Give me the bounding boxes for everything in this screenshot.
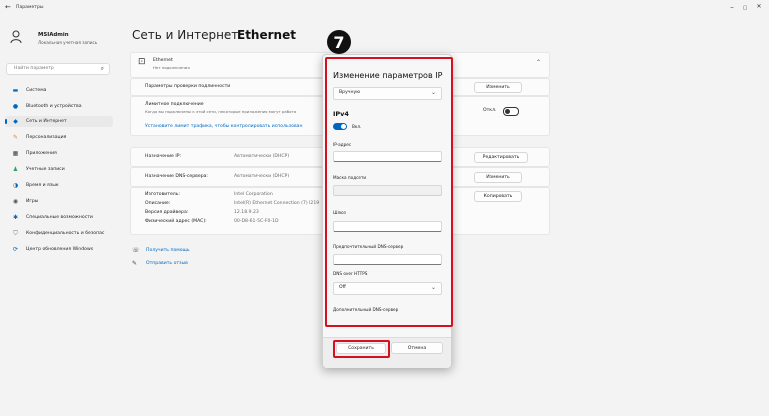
sidebar-item-bluetooth[interactable]: ● Bluetooth и устройства (5, 101, 113, 112)
sidebar-item-accessibility[interactable]: ✱ Специальные возможности (5, 212, 113, 223)
auth-label: Параметры проверки подлинности (145, 84, 231, 89)
dns-assignment-label: Назначение DNS-сервера: (145, 174, 208, 179)
dns-edit-button[interactable]: Изменить (474, 172, 522, 183)
dialog-highlight-frame (325, 57, 453, 327)
bluetooth-icon: ● (12, 103, 19, 110)
account-type: Локальная учетная запись (38, 40, 98, 45)
sidebar-item-label: Центр обновления Windows (26, 247, 94, 252)
sidebar-item-windows-update[interactable]: ⟳ Центр обновления Windows (5, 244, 113, 255)
settings-window: ← Параметры – ▢ ✕ MSIAdmin Локальная уче… (0, 0, 769, 416)
person-icon: ♟ (12, 166, 19, 173)
sidebar-item-label: Сеть и Интернет (26, 119, 67, 124)
close-button[interactable]: ✕ (754, 3, 764, 10)
ip-assignment-value: Автоматически (DHCP) (234, 154, 290, 159)
adapter-status: Нет подключения (153, 65, 190, 70)
wifi-icon: ◆ (13, 118, 18, 125)
ip-assignment-label: Назначение IP: (145, 154, 182, 159)
gamepad-icon: ◉ (12, 198, 19, 205)
avatar[interactable] (7, 28, 24, 45)
metered-description: Когда вы подключены к этой сети, некотор… (145, 109, 297, 114)
get-help-link[interactable]: Получить помощь (146, 248, 190, 253)
metered-label: Лимитное подключение (145, 102, 204, 107)
metered-toggle-state: Откл. (483, 108, 497, 113)
sidebar-item-network[interactable]: ◆ Сеть и Интернет (5, 116, 113, 127)
detail-label: Изготовитель: (145, 192, 180, 197)
sidebar-item-label: Персонализация (26, 135, 67, 140)
search-icon: ⌕ (100, 65, 104, 72)
sidebar-item-privacy[interactable]: ⛉ Конфиденциальность и безопас (5, 228, 113, 239)
feedback-icon: ✎ (132, 260, 138, 267)
sidebar-item-apps[interactable]: ▦ Приложения (5, 148, 113, 159)
sidebar-item-gaming[interactable]: ◉ Игры (5, 196, 113, 207)
shield-icon: ⛉ (13, 230, 18, 237)
breadcrumb-parent[interactable]: Сеть и Интернет (132, 28, 238, 42)
user-name: MSIAdmin (38, 32, 69, 38)
globe-clock-icon: ◑ (12, 182, 19, 189)
adapter-name: Ethernet (153, 58, 173, 63)
page-title: Ethernet (237, 28, 296, 42)
detail-value: 12.18.9.23 (234, 210, 259, 215)
sidebar-item-label: Приложения (26, 151, 57, 156)
detail-value: 00-D8-61-5C-F0-1D (234, 219, 279, 224)
chevron-up-icon[interactable]: ⌃ (536, 59, 541, 66)
search-input[interactable]: Найти параметр ⌕ (6, 63, 110, 75)
sidebar-item-label: Игры (26, 199, 39, 204)
minimize-button[interactable]: – (727, 3, 737, 11)
send-feedback-link[interactable]: Отправить отзыв (146, 261, 188, 266)
sidebar-item-label: Bluetooth и устройства (26, 104, 82, 109)
breadcrumb-separator: › (224, 29, 228, 40)
detail-value: Intel(R) Ethernet Connection (7) I219 (234, 201, 320, 206)
detail-value: Intel Corporation (234, 192, 273, 197)
ip-edit-button[interactable]: Редактировать (474, 152, 528, 163)
back-arrow-icon[interactable]: ← (5, 3, 11, 11)
sidebar-item-label: Специальные возможности (26, 215, 93, 220)
sidebar-item-accounts[interactable]: ♟ Учетные записи (5, 164, 113, 175)
metered-toggle[interactable] (503, 107, 519, 116)
step-badge: 7 (327, 30, 351, 54)
ethernet-icon: ⊡ (138, 57, 146, 67)
brush-icon: ✎ (12, 134, 19, 141)
data-limit-link[interactable]: Установите лимит трафика, чтобы контроли… (145, 124, 303, 129)
save-highlight-frame (333, 340, 390, 358)
detail-label: Описание: (145, 201, 171, 206)
sidebar-item-label: Время и язык (26, 183, 59, 188)
accessibility-icon: ✱ (12, 214, 19, 221)
display-icon: ▬ (12, 87, 19, 94)
auth-edit-button[interactable]: Изменить (474, 82, 522, 93)
sidebar-item-label: Учетные записи (26, 167, 65, 172)
copy-button[interactable]: Копировать (474, 191, 522, 202)
sidebar-item-label: Система (26, 88, 47, 93)
sidebar-item-time-language[interactable]: ◑ Время и язык (5, 180, 113, 191)
update-icon: ⟳ (12, 246, 19, 253)
search-placeholder: Найти параметр (14, 66, 54, 71)
sidebar-item-system[interactable]: ▬ Система (5, 85, 113, 96)
app-title: Параметры (16, 5, 44, 10)
toggle-knob (505, 109, 510, 114)
help-icon: ☏ (132, 247, 140, 254)
active-indicator (5, 119, 7, 124)
sidebar-item-label: Конфиденциальность и безопас (26, 231, 105, 236)
maximize-button[interactable]: ▢ (740, 5, 750, 11)
sidebar-item-personalization[interactable]: ✎ Персонализация (5, 132, 113, 143)
detail-label: Версия драйвера: (145, 210, 189, 215)
apps-icon: ▦ (12, 150, 19, 157)
title-bar: ← Параметры – ▢ ✕ (0, 0, 769, 18)
dns-assignment-value: Автоматически (DHCP) (234, 174, 290, 179)
detail-label: Физический адрес (MAC): (145, 219, 207, 224)
cancel-button[interactable]: Отмена (391, 342, 443, 354)
person-icon (10, 30, 21, 43)
